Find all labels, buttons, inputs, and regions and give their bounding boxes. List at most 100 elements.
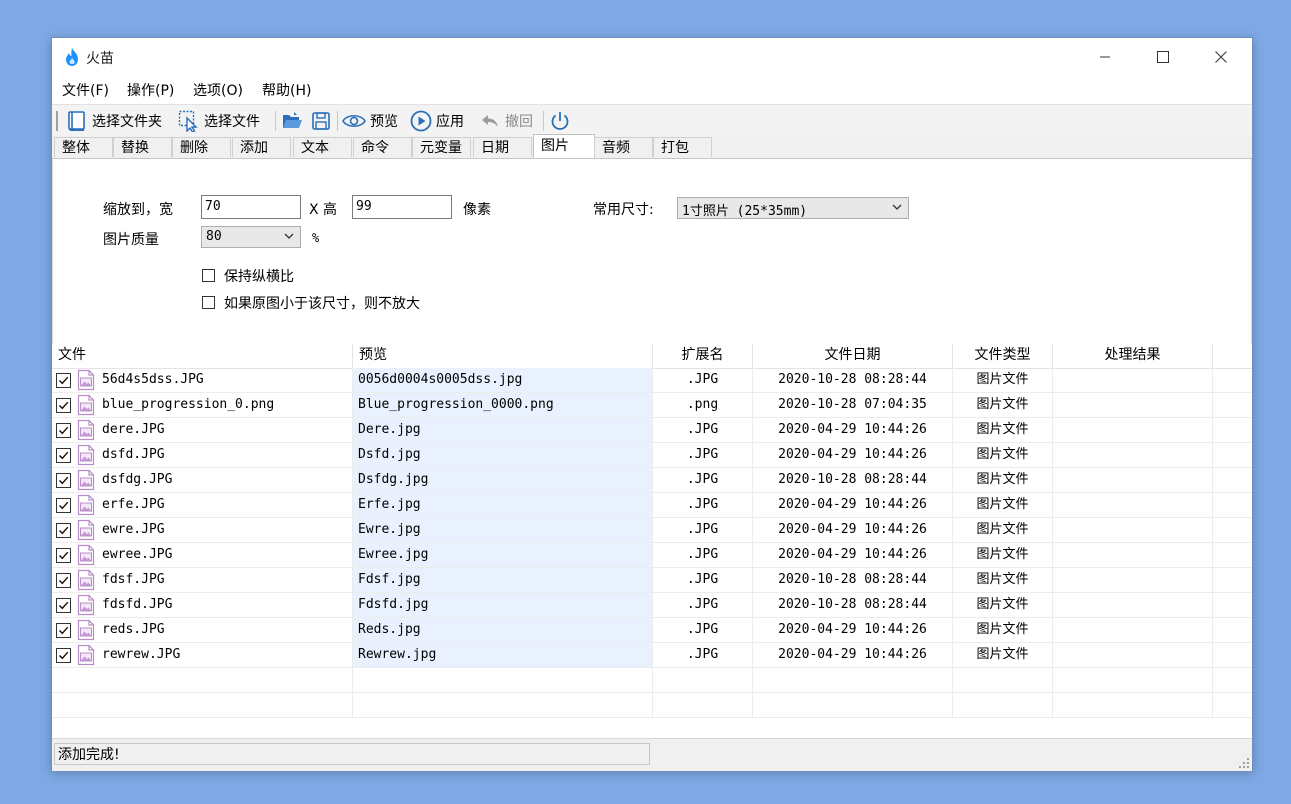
tab-command[interactable]: 命令 [353, 137, 412, 157]
row-checkbox[interactable] [56, 373, 71, 388]
file-type-cell: 图片文件 [953, 543, 1053, 567]
row-checkbox[interactable] [56, 573, 71, 588]
tab-whole[interactable]: 整体 [54, 137, 113, 157]
column-header-preview[interactable]: 预览 [353, 344, 653, 368]
undo-button[interactable]: 撤回 [479, 108, 533, 134]
table-row[interactable]: dere.JPG Dere.jpg .JPG 2020-04-29 10:44:26 图… [52, 418, 1252, 443]
file-date-cell: 2020-04-29 10:44:26 [753, 418, 953, 442]
height-input[interactable]: 99 [352, 195, 452, 219]
tab-pack[interactable]: 打包 [653, 137, 712, 157]
toolbar-separator [543, 111, 544, 131]
table-row[interactable]: blue_progression_0.png Blue_progression_0… [52, 393, 1252, 418]
file-name-cell: dsfdg.JPG [52, 468, 353, 492]
tab-replace[interactable]: 替换 [113, 137, 172, 157]
preview-button[interactable]: 预览 [342, 108, 398, 134]
file-date-cell: 2020-04-29 10:44:26 [753, 443, 953, 467]
file-name-cell: 56d4s5dss.JPG [52, 368, 353, 392]
tab-text[interactable]: 文本 [293, 137, 352, 157]
quality-label: 图片质量 [103, 232, 159, 248]
select-file-label: 选择文件 [204, 114, 260, 130]
column-header-result[interactable]: 处理结果 [1053, 344, 1213, 368]
row-checkbox[interactable] [56, 623, 71, 638]
table-row[interactable]: dsfd.JPG Dsfd.jpg .JPG 2020-04-29 10:44:26 图… [52, 443, 1252, 468]
extension-cell: .JPG [653, 593, 753, 617]
table-row[interactable]: ewre.JPG Ewre.jpg .JPG 2020-04-29 10:44:26 图… [52, 518, 1252, 543]
result-cell [1053, 368, 1213, 392]
maximize-button[interactable] [1134, 38, 1192, 76]
column-header-file[interactable]: 文件 [52, 344, 353, 368]
table-row[interactable]: rewrew.JPG Rewrew.jpg .JPG 2020-04-29 10:44… [52, 643, 1252, 668]
checkmark-icon [59, 651, 69, 660]
menu-file[interactable]: 文件(F) [62, 80, 109, 100]
minimize-button[interactable] [1076, 38, 1134, 76]
row-checkbox[interactable] [56, 498, 71, 513]
extension-cell: .JPG [653, 368, 753, 392]
quality-select[interactable]: 80 [201, 226, 301, 248]
menu-operate[interactable]: 操作(P) [127, 80, 174, 100]
chevron-down-icon [892, 204, 902, 210]
open-button[interactable] [281, 108, 307, 134]
tab-date[interactable]: 日期 [473, 137, 532, 157]
column-header-date[interactable]: 文件日期 [753, 344, 953, 368]
preview-name-cell [353, 693, 653, 717]
no-enlarge-label: 如果原图小于该尺寸，则不放大 [224, 296, 420, 312]
file-date-cell: 2020-04-29 10:44:26 [753, 543, 953, 567]
table-row[interactable]: 56d4s5dss.JPG 0056d0004s0005dss.jpg .JPG 20… [52, 368, 1252, 393]
tab-audio[interactable]: 音频 [594, 137, 653, 157]
row-checkbox[interactable] [56, 598, 71, 613]
apply-button[interactable]: 应用 [410, 108, 464, 134]
menu-help[interactable]: 帮助(H) [262, 80, 311, 100]
file-name-cell [52, 693, 353, 717]
status-message: 添加完成! [54, 743, 650, 765]
table-row[interactable]: erfe.JPG Erfe.jpg .JPG 2020-04-29 10:44:26 图… [52, 493, 1252, 518]
column-header-ext[interactable]: 扩展名 [653, 344, 753, 368]
row-checkbox[interactable] [56, 423, 71, 438]
resize-grip-icon[interactable] [1239, 758, 1249, 768]
table-row[interactable]: fdsf.JPG Fdsf.jpg .JPG 2020-10-28 08:28:44 图… [52, 568, 1252, 593]
close-button[interactable] [1192, 38, 1250, 76]
tab-delete[interactable]: 删除 [172, 137, 231, 157]
tab-add[interactable]: 添加 [232, 137, 291, 157]
file-grid: 文件 预览 扩展名 文件日期 文件类型 处理结果 56d4s5dss.JPG 00… [52, 344, 1252, 738]
file-date-cell: 2020-10-28 08:28:44 [753, 368, 953, 392]
common-size-select[interactable]: 1寸照片 (25*35mm) [677, 197, 909, 219]
preview-name-cell [353, 668, 653, 692]
select-file-button[interactable]: 选择文件 [178, 108, 260, 134]
image-file-icon [77, 394, 95, 420]
row-checkbox[interactable] [56, 473, 71, 488]
height-label: X 高 [309, 202, 338, 218]
maximize-icon [1157, 51, 1169, 63]
row-checkbox[interactable] [56, 448, 71, 463]
column-header-type[interactable]: 文件类型 [953, 344, 1053, 368]
file-type-cell: 图片文件 [953, 393, 1053, 417]
no-enlarge-checkbox[interactable] [202, 296, 215, 309]
select-folder-button[interactable]: 选择文件夹 [66, 108, 162, 134]
row-checkbox[interactable] [56, 648, 71, 663]
row-checkbox[interactable] [56, 523, 71, 538]
power-icon [551, 112, 569, 130]
extension-cell: .JPG [653, 418, 753, 442]
preview-name-cell: Dere.jpg [353, 418, 653, 442]
row-checkbox[interactable] [56, 548, 71, 563]
file-date-cell [753, 693, 953, 717]
table-row[interactable]: fdsfd.JPG Fdsfd.jpg .JPG 2020-10-28 08:28:4… [52, 593, 1252, 618]
table-row[interactable]: reds.JPG Reds.jpg .JPG 2020-04-29 10:44:26 图… [52, 618, 1252, 643]
play-icon [410, 110, 432, 132]
select-cursor-icon [178, 110, 198, 132]
width-input[interactable]: 70 [201, 195, 301, 219]
save-button[interactable] [310, 108, 336, 134]
extension-cell: .JPG [653, 543, 753, 567]
tab-image[interactable]: 图片 [533, 134, 595, 158]
keep-ratio-checkbox[interactable] [202, 269, 215, 282]
row-checkbox[interactable] [56, 398, 71, 413]
menu-options[interactable]: 选项(O) [193, 80, 243, 100]
table-row[interactable]: dsfdg.JPG Dsfdg.jpg .JPG 2020-10-28 08:28:4… [52, 468, 1252, 493]
power-button[interactable] [549, 108, 575, 134]
apply-label: 应用 [436, 114, 464, 130]
select-folder-label: 选择文件夹 [92, 114, 162, 130]
image-file-icon [77, 494, 95, 520]
extension-cell: .JPG [653, 643, 753, 667]
tab-metavariable[interactable]: 元变量 [412, 137, 471, 157]
file-date-cell: 2020-04-29 10:44:26 [753, 518, 953, 542]
table-row[interactable]: ewree.JPG Ewree.jpg .JPG 2020-04-29 10:44:2… [52, 543, 1252, 568]
